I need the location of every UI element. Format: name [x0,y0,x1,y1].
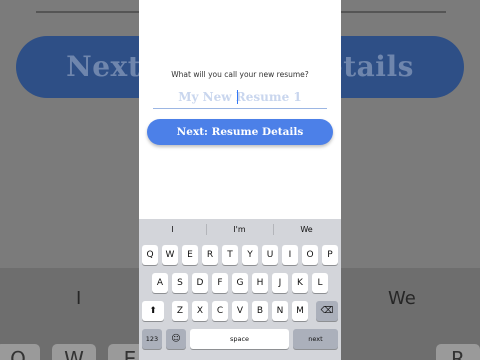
key-q[interactable]: Q [142,245,158,265]
emoji-key[interactable]: ☺ [166,329,186,349]
ios-keyboard: I I'm We Q W E R T Y U I O P A S D F G H… [139,219,341,360]
next-key[interactable]: next [293,329,338,349]
resume-name-prompt: What will you call your new resume? [171,70,309,79]
key-b[interactable]: B [252,301,268,321]
key-m[interactable]: M [292,301,308,321]
key-v[interactable]: V [232,301,248,321]
shift-key[interactable]: ⬆ [142,301,164,321]
key-y[interactable]: Y [242,245,258,265]
resume-name-input[interactable] [153,86,327,109]
suggestion-item[interactable]: We [273,219,340,240]
key-t[interactable]: T [222,245,238,265]
key-a[interactable]: A [152,273,168,293]
space-key[interactable]: space [190,329,289,349]
background-key: W [52,344,96,360]
key-e[interactable]: E [182,245,198,265]
background-suggestion: We [388,288,416,309]
phone-screen: What will you call your new resume? Next… [139,0,341,360]
key-h[interactable]: H [252,273,268,293]
key-s[interactable]: S [172,273,188,293]
key-z[interactable]: Z [172,301,188,321]
key-c[interactable]: C [212,301,228,321]
key-f[interactable]: F [212,273,228,293]
key-o[interactable]: O [302,245,318,265]
emoji-icon: ☺ [171,334,181,344]
key-g[interactable]: G [232,273,248,293]
numbers-key[interactable]: 123 [142,329,162,349]
suggestion-item[interactable]: I'm [206,219,273,240]
background-key: R [436,344,480,360]
key-k[interactable]: K [292,273,308,293]
key-w[interactable]: W [162,245,178,265]
backspace-icon: ⌫ [320,306,334,316]
suggestion-item[interactable]: I [139,219,206,240]
key-n[interactable]: N [272,301,288,321]
background-suggestion: I [76,288,82,309]
suggestion-bar: I I'm We [139,219,341,240]
text-caret [237,90,238,104]
key-j[interactable]: J [272,273,288,293]
key-l[interactable]: L [312,273,328,293]
key-x[interactable]: X [192,301,208,321]
key-p[interactable]: P [322,245,338,265]
shift-icon: ⬆ [149,306,157,316]
key-i[interactable]: I [282,245,298,265]
backspace-key[interactable]: ⌫ [316,301,338,321]
key-u[interactable]: U [262,245,278,265]
key-d[interactable]: D [192,273,208,293]
next-resume-details-button[interactable]: Next: Resume Details [147,119,333,145]
background-key: Q [0,344,40,360]
key-r[interactable]: R [202,245,218,265]
